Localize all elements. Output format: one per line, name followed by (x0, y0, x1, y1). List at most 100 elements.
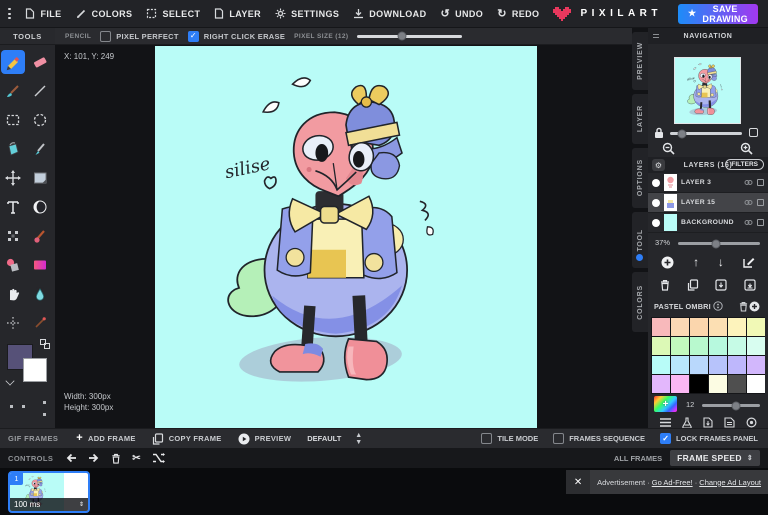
brush-tool[interactable] (1, 79, 25, 103)
export-palette-icon[interactable] (723, 416, 735, 428)
menu-download[interactable]: DOWNLOAD (353, 8, 426, 19)
layer-row[interactable]: BACKGROUND (648, 213, 768, 233)
palette-select-icon[interactable] (713, 301, 723, 311)
pixel-perfect-checkbox[interactable] (100, 30, 112, 42)
add-frame-button[interactable]: + ADD FRAME (76, 433, 135, 444)
layer-rename-icon[interactable] (757, 219, 764, 226)
palette-swatch[interactable] (747, 318, 765, 336)
change-ad-layout-link[interactable]: Change Ad Layout (699, 478, 761, 487)
tab-preview[interactable]: PREVIEW (632, 32, 648, 90)
swatch-size-knob[interactable] (731, 401, 741, 410)
go-ad-free-link[interactable]: Go Ad-Free! (652, 478, 693, 487)
palette-swatch[interactable] (747, 356, 765, 374)
text-tool[interactable] (1, 195, 25, 219)
palette-swatch[interactable] (709, 337, 727, 355)
eraser-tool[interactable] (28, 50, 52, 74)
cut-frame-button[interactable]: ✂ (132, 453, 140, 464)
layer-link-icon[interactable] (744, 199, 753, 206)
palette-swatch[interactable] (747, 375, 765, 393)
layer-visibility-toggle[interactable] (652, 218, 660, 227)
palette-swatch[interactable] (728, 356, 746, 374)
color-target-icon[interactable] (745, 416, 757, 428)
menu-undo[interactable]: ↺ UNDO (440, 8, 483, 19)
layer-opacity-slider[interactable] (678, 239, 760, 248)
delete-layer-icon[interactable] (660, 279, 670, 291)
select-area-tool[interactable] (28, 166, 52, 190)
layer-rename-icon[interactable] (757, 199, 764, 206)
menu-select[interactable]: SELECT (146, 8, 200, 19)
copy-frame-button[interactable]: COPY FRAME (152, 432, 222, 445)
right-click-erase-checkbox[interactable] (187, 30, 199, 42)
add-layer-icon[interactable] (661, 256, 674, 269)
tab-colors[interactable]: COLORS (632, 272, 648, 332)
grid-toggle-icon[interactable] (749, 128, 758, 137)
preview-mode-select[interactable]: DEFAULT ▲ ▼ (307, 432, 362, 446)
palette-swatch[interactable] (652, 356, 670, 374)
prev-frame-button[interactable] (65, 453, 77, 463)
move-layer-down-icon[interactable]: ↓ (718, 256, 724, 268)
edit-layer-icon[interactable] (742, 256, 755, 268)
shuffle-frames-button[interactable] (152, 453, 165, 463)
lock-frames-panel-checkbox[interactable] (660, 433, 672, 444)
frame-duration-bar[interactable]: 100 ms ⇕ (10, 498, 88, 511)
lasso-select-tool[interactable] (28, 108, 52, 132)
palette-swatch[interactable] (671, 356, 689, 374)
palette-swatch[interactable] (690, 375, 708, 393)
flatten-layers-icon[interactable] (744, 279, 756, 291)
dots-vertical-icon[interactable] (42, 401, 46, 416)
move-tool[interactable] (1, 166, 25, 190)
bucket-tool[interactable] (1, 137, 25, 161)
tab-layer[interactable]: LAYER (632, 94, 648, 144)
layer-link-icon[interactable] (744, 179, 753, 186)
pixel-perfect-toggle[interactable]: PIXEL PERFECT (100, 30, 179, 42)
dots-horizontal-icon[interactable] (9, 405, 25, 408)
import-palette-icon[interactable] (702, 416, 713, 428)
pixel-size-slider-knob[interactable] (397, 31, 407, 41)
navigation-zoom-knob[interactable] (677, 129, 687, 138)
layer-row[interactable]: LAYER 15 (648, 193, 768, 213)
grip-icon[interactable] (653, 34, 659, 38)
swap-colors-icon[interactable] (39, 339, 50, 349)
palette-swatch[interactable] (652, 337, 670, 355)
menu-colors[interactable]: COLORS (76, 8, 133, 19)
layer-link-icon[interactable] (744, 219, 753, 226)
color-picker-button[interactable]: + (654, 396, 677, 412)
right-click-erase-toggle[interactable]: RIGHT CLICK ERASE (187, 30, 285, 42)
layer-visibility-toggle[interactable] (652, 198, 660, 207)
navigation-zoom-slider[interactable] (670, 129, 742, 138)
frames-sequence-toggle[interactable]: FRAMES SEQUENCE (553, 433, 645, 444)
tile-mode-checkbox[interactable] (481, 433, 493, 444)
save-drawing-button[interactable]: ★ SAVE DRAWING (678, 3, 758, 24)
shading-tool[interactable] (28, 311, 52, 335)
hamburger-menu-icon[interactable] (8, 8, 12, 19)
frame-thumbnail-card[interactable]: 1 100 ms ⇕ (8, 471, 90, 513)
menu-settings[interactable]: SETTINGS (275, 8, 339, 19)
palette-swatch[interactable] (690, 318, 708, 336)
layer-opacity-knob[interactable] (711, 239, 721, 248)
preview-button[interactable]: PREVIEW (238, 433, 292, 445)
lock-icon[interactable] (654, 127, 664, 139)
add-color-icon[interactable] (749, 301, 760, 312)
navigation-preview[interactable] (674, 57, 741, 124)
ad-close-button[interactable]: ✕ (566, 470, 591, 494)
eyedropper-tool[interactable] (28, 137, 52, 161)
duplicate-layer-icon[interactable] (687, 279, 699, 291)
palette-swatch[interactable] (671, 375, 689, 393)
palette-swatch[interactable] (690, 356, 708, 374)
palette-swatch[interactable] (728, 318, 746, 336)
palette-swatch[interactable] (652, 318, 670, 336)
color-mixer-icon[interactable] (681, 416, 692, 428)
pan-tool[interactable] (1, 282, 25, 306)
palette-list-icon[interactable] (659, 417, 671, 427)
layer-visibility-toggle[interactable] (652, 178, 660, 187)
pencil-tool[interactable] (1, 50, 25, 74)
rect-select-tool[interactable] (1, 108, 25, 132)
palette-swatch[interactable] (728, 375, 746, 393)
stamp-tool[interactable] (28, 224, 52, 248)
menu-redo[interactable]: ↻ REDO (497, 8, 539, 19)
frame-speed-button[interactable]: FRAME SPEED ⇕ (670, 450, 760, 466)
layers-settings-gear-icon[interactable]: ⚙ (652, 159, 665, 171)
line-tool[interactable] (28, 79, 52, 103)
filters-button[interactable]: FILTERS (725, 159, 764, 170)
gradient-tool[interactable] (28, 253, 52, 277)
